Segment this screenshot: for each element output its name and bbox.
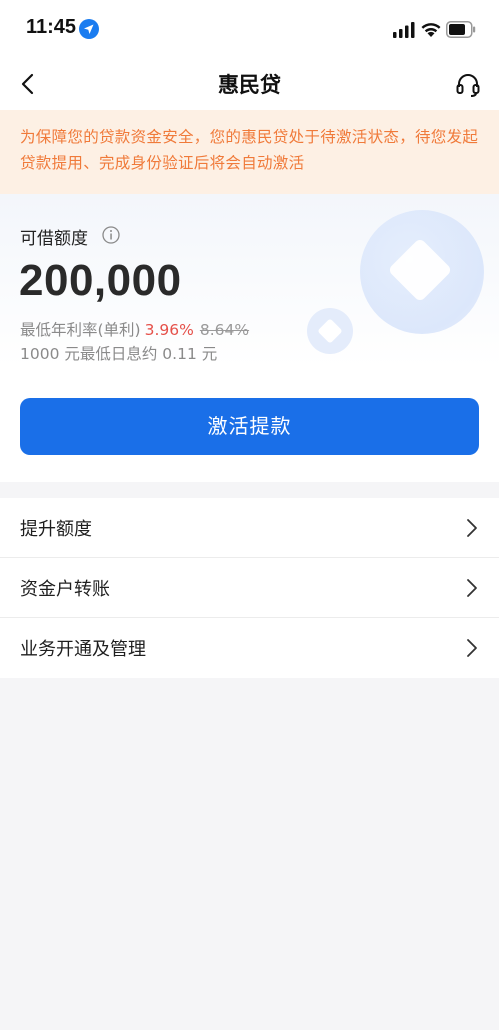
status-bar: 11:45 <box>0 0 499 58</box>
chevron-right-icon <box>467 579 477 597</box>
rate-original: 8.64% <box>199 321 250 339</box>
signal-icon <box>393 22 415 38</box>
rate-current: 3.96% <box>144 321 194 339</box>
service-menu: 提升额度 资金户转账 业务开通及管理 <box>0 498 499 678</box>
quota-card: 可借额度 200,000 最低年利率(单利) 3.96% 8.64% 1000 元最… <box>0 194 499 482</box>
menu-item-service-management[interactable]: 业务开通及管理 <box>0 618 499 678</box>
rate-prefix: 最低年利率(单利) <box>20 321 141 339</box>
activate-withdraw-button[interactable]: 激活提款 <box>20 398 479 455</box>
headset-icon[interactable] <box>455 72 481 98</box>
menu-item-fund-transfer[interactable]: 资金户转账 <box>0 558 499 618</box>
battery-icon <box>446 21 476 38</box>
menu-item-label: 提升额度 <box>20 519 92 540</box>
menu-item-label: 业务开通及管理 <box>20 639 146 660</box>
page-title: 惠民贷 <box>218 73 281 97</box>
nav-bar: 惠民贷 <box>0 58 499 110</box>
location-arrow-icon <box>79 19 99 39</box>
menu-item-label: 资金户转账 <box>20 579 110 600</box>
chevron-right-icon <box>467 639 477 657</box>
quota-amount: 200,000 <box>19 256 182 305</box>
activation-notice: 为保障您的贷款资金安全，您的惠民贷处于待激活状态，待您发起贷款提用、完成身份验证… <box>0 110 499 194</box>
info-icon[interactable] <box>102 226 120 244</box>
status-time: 11:45 <box>26 16 77 38</box>
quota-label: 可借额度 <box>20 229 88 249</box>
rate-line: 最低年利率(单利) 3.96% 8.64% <box>20 318 249 340</box>
chevron-right-icon <box>467 519 477 537</box>
wifi-icon <box>421 23 441 37</box>
daily-interest-text: 1000 元最低日息约 0.11 元 <box>20 345 218 363</box>
menu-item-raise-limit[interactable]: 提升额度 <box>0 498 499 558</box>
